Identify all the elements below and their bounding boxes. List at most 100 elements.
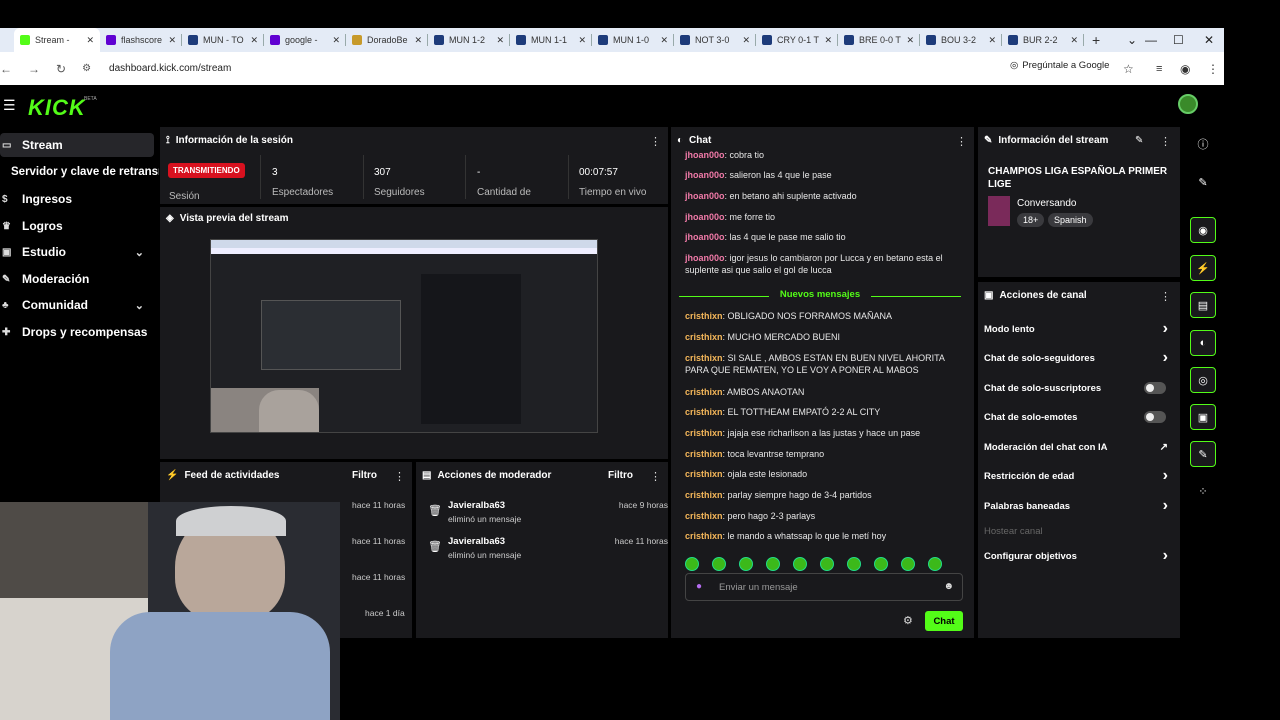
chat-menu-icon[interactable]: ⋮	[956, 135, 967, 148]
emote-icon[interactable]	[712, 557, 726, 571]
emote-icon[interactable]	[847, 557, 861, 571]
browser-tab[interactable]: DoradoBe ✕	[346, 28, 428, 52]
chat-username[interactable]: cristhixn	[685, 311, 723, 321]
hamburger-menu-icon[interactable]: ☰	[3, 97, 16, 114]
camera-icon[interactable]: ◉	[1190, 217, 1216, 243]
tab-close-icon[interactable]: ✕	[168, 35, 176, 46]
feed-menu-icon[interactable]: ⋮	[394, 470, 405, 483]
toggle-switch[interactable]	[1144, 382, 1166, 394]
tab-close-icon[interactable]: ✕	[1070, 35, 1078, 46]
chat-username[interactable]: jhoan00o	[685, 253, 725, 263]
document-icon[interactable]: ▤	[1190, 292, 1216, 318]
url-field[interactable]: dashboard.kick.com/stream	[109, 63, 231, 74]
widgets-icon[interactable]: ⁘	[1190, 478, 1216, 504]
send-chat-button[interactable]: Chat	[925, 611, 963, 631]
reading-list-icon[interactable]: ≡	[1156, 63, 1162, 75]
panel-icon[interactable]: ▣	[1190, 404, 1216, 430]
tab-close-icon[interactable]: ✕	[332, 35, 340, 46]
browser-tab[interactable]: BUR 2-2 ✕	[1002, 28, 1084, 52]
chat-username[interactable]: cristhixn	[685, 449, 723, 459]
browser-tab[interactable]: MUN 1-0 ✕	[592, 28, 674, 52]
emoji-icon[interactable]: ☻	[943, 581, 954, 592]
sidebar-item-estudio[interactable]: ▣ Estudio ⌄	[0, 240, 154, 264]
channel-action-item[interactable]: Palabras baneadas ›	[984, 497, 1172, 515]
forward-icon[interactable]: →	[28, 62, 40, 76]
chat-username[interactable]: cristhixn	[685, 531, 723, 541]
reload-icon[interactable]: ↻	[56, 62, 66, 76]
chat-input[interactable]: ● Enviar un mensaje ☻	[685, 573, 963, 601]
session-menu-icon[interactable]: ⋮	[650, 135, 661, 148]
browser-tab[interactable]: BOU 3-2 ✕	[920, 28, 1002, 52]
chat-username[interactable]: cristhixn	[685, 353, 723, 363]
channel-action-item[interactable]: Chat de solo-emotes	[984, 408, 1172, 426]
category-name[interactable]: Conversando	[1017, 198, 1076, 209]
profile-icon[interactable]: ◉	[1180, 62, 1190, 76]
channel-action-item[interactable]: Moderación del chat con IA ↗	[984, 438, 1172, 456]
browser-tab[interactable]: google - ✕	[264, 28, 346, 52]
chat-username[interactable]: cristhixn	[685, 428, 723, 438]
channel-action-item[interactable]: Modo lento ›	[984, 320, 1172, 338]
emote-icon[interactable]	[793, 557, 807, 571]
tab-close-icon[interactable]: ✕	[250, 35, 258, 46]
tab-close-icon[interactable]: ✕	[496, 35, 504, 46]
chat-username[interactable]: jhoan00o	[685, 212, 725, 222]
minimize-icon[interactable]: —	[1145, 28, 1157, 52]
sidebar-item-ingresos[interactable]: $ Ingresos	[0, 187, 154, 211]
chat-username[interactable]: cristhixn	[685, 490, 723, 500]
edit-icon[interactable]: ✎	[1135, 135, 1143, 146]
chat-username[interactable]: jhoan00o	[685, 191, 725, 201]
tab-close-icon[interactable]: ✕	[86, 35, 94, 46]
emote-icon[interactable]	[820, 557, 834, 571]
broadcast-icon[interactable]: ◎	[1190, 367, 1216, 393]
user-avatar[interactable]	[1178, 94, 1198, 114]
browser-menu-icon[interactable]: ⋮	[1207, 62, 1219, 76]
feed-filter-button[interactable]: Filtro	[352, 470, 377, 481]
stream-info-menu-icon[interactable]: ⋮	[1160, 135, 1171, 148]
sidebar-item-moderacion[interactable]: ✎ Moderación	[0, 267, 154, 291]
chat-username[interactable]: cristhixn	[685, 407, 723, 417]
chat-username[interactable]: jhoan00o	[685, 150, 725, 160]
chat-username[interactable]: cristhixn	[685, 511, 723, 521]
maximize-icon[interactable]: ☐	[1173, 28, 1184, 52]
back-icon[interactable]: ←	[0, 62, 12, 76]
bookmark-star-icon[interactable]: ☆	[1123, 62, 1134, 76]
emote-icon[interactable]	[928, 557, 942, 571]
sidebar-item-stream[interactable]: ▭ Stream	[0, 133, 154, 157]
microphone-icon[interactable]: ●	[696, 581, 702, 592]
chat-username[interactable]: jhoan00o	[685, 170, 725, 180]
tab-close-icon[interactable]: ✕	[988, 35, 996, 46]
tab-close-icon[interactable]: ✕	[742, 35, 750, 46]
sidebar-item-comunidad[interactable]: ♣ Comunidad ⌄	[0, 293, 154, 317]
tab-close-icon[interactable]: ✕	[824, 35, 832, 46]
browser-tab[interactable]: BRE 0-0 T ✕	[838, 28, 920, 52]
toggle-switch[interactable]	[1144, 411, 1166, 423]
tab-close-icon[interactable]: ✕	[578, 35, 586, 46]
chat-username[interactable]: cristhixn	[685, 387, 723, 397]
emote-icon[interactable]	[901, 557, 915, 571]
channel-action-item[interactable]: Configurar objetivos ›	[984, 547, 1172, 565]
mod-menu-icon[interactable]: ⋮	[650, 470, 661, 483]
browser-tab[interactable]: MUN 1-1 ✕	[510, 28, 592, 52]
browser-tab[interactable]: NOT 3-0 ✕	[674, 28, 756, 52]
mod-filter-button[interactable]: Filtro	[608, 470, 633, 481]
browser-tab[interactable]: CRY 0-1 T ✕	[756, 28, 838, 52]
wrench-icon[interactable]: ✎	[1190, 441, 1216, 467]
browser-tab[interactable]: MUN 1-2 ✕	[428, 28, 510, 52]
info-icon[interactable]: ⓘ	[1190, 131, 1216, 157]
channel-action-item[interactable]: Chat de solo-suscriptores	[984, 379, 1172, 397]
sidebar-item-server-key[interactable]: Servidor y clave de retransmisión	[0, 160, 160, 184]
chat-bubble-icon[interactable]: ◐	[1190, 330, 1216, 356]
kick-logo[interactable]: KICK	[28, 95, 86, 121]
tab-close-icon[interactable]: ✕	[660, 35, 668, 46]
stream-preview-video[interactable]	[210, 239, 598, 433]
emote-icon[interactable]	[766, 557, 780, 571]
pencil-icon[interactable]: ✎	[1190, 169, 1216, 195]
emote-icon[interactable]	[685, 557, 699, 571]
lightning-icon[interactable]: ⚡	[1190, 255, 1216, 281]
chat-settings-icon[interactable]: ⚙	[903, 614, 913, 627]
browser-tab[interactable]: Stream - ✕	[14, 28, 100, 52]
chat-username[interactable]: cristhixn	[685, 469, 723, 479]
sidebar-item-logros[interactable]: ♛ Logros	[0, 214, 154, 238]
emote-icon[interactable]	[874, 557, 888, 571]
chat-username[interactable]: cristhixn	[685, 332, 723, 342]
